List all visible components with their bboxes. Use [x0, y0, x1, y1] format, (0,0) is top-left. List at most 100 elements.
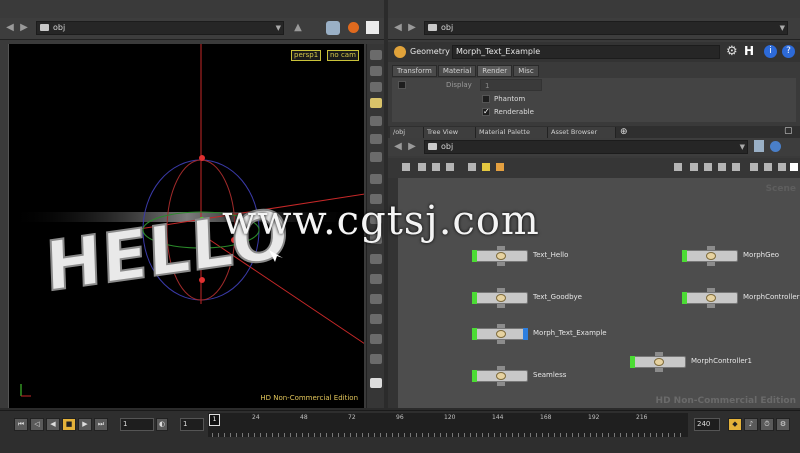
add-tab-icon[interactable]: ⊕ — [620, 127, 628, 137]
node-name-field[interactable]: Morph_Text_Example — [452, 45, 720, 59]
render-icon[interactable] — [348, 22, 359, 33]
tool-light-icon[interactable] — [370, 98, 382, 108]
layout-icon[interactable] — [432, 163, 440, 171]
help-icon[interactable] — [790, 163, 798, 171]
tool-home-icon[interactable] — [370, 354, 382, 364]
tab-misc[interactable]: Misc — [513, 65, 539, 77]
tab-tree-view[interactable]: Tree View — [424, 127, 476, 138]
phantom-checkbox[interactable] — [482, 95, 490, 103]
tool-snapshot-icon[interactable] — [370, 378, 382, 388]
frame-step-icon[interactable]: ◐ — [156, 418, 168, 431]
forward-arrow-icon[interactable]: ▶ — [406, 22, 418, 34]
tab-transform[interactable]: Transform — [392, 65, 437, 77]
display-flag[interactable] — [682, 250, 687, 262]
tool-view-icon[interactable] — [370, 134, 382, 144]
display-value-field[interactable]: 1 — [480, 79, 542, 91]
forward-arrow-icon[interactable]: ▶ — [18, 22, 30, 34]
sticky-note-icon[interactable] — [482, 163, 490, 171]
back-arrow-icon[interactable]: ◀ — [4, 22, 16, 34]
end-frame-field[interactable]: 240 — [694, 418, 720, 431]
tool-points-icon[interactable] — [370, 254, 382, 264]
hline-icon[interactable] — [690, 163, 698, 171]
tab-material-palette[interactable]: Material Palette — [476, 127, 548, 138]
tick-mark — [632, 433, 633, 437]
geometry-icon[interactable] — [326, 21, 340, 35]
jump-end-icon[interactable]: ⏭ — [94, 418, 108, 431]
tick-mark — [224, 433, 225, 437]
time-cursor[interactable]: 1 — [209, 414, 220, 426]
tool-select-icon[interactable] — [370, 50, 382, 60]
columns-icon[interactable] — [718, 163, 726, 171]
tick-mark — [506, 433, 507, 437]
tick-mark — [278, 433, 279, 437]
folder-icon — [40, 24, 49, 31]
tab-asset-browser[interactable]: Asset Browser — [548, 127, 616, 138]
palette-icon[interactable] — [750, 163, 758, 171]
tool-snap-icon[interactable] — [370, 174, 382, 184]
play-icon[interactable]: ▶ — [78, 418, 92, 431]
zoom-icon[interactable] — [764, 163, 772, 171]
display-flag[interactable] — [682, 292, 687, 304]
tool-scale-icon[interactable] — [370, 116, 382, 126]
current-frame-field[interactable]: 1 — [120, 418, 154, 431]
link-icon[interactable] — [770, 141, 781, 152]
list-view-icon[interactable] — [402, 163, 410, 171]
tick-mark — [218, 433, 219, 437]
display-flag[interactable] — [472, 328, 477, 340]
render-flag[interactable] — [523, 328, 528, 340]
stop-icon[interactable]: ■ — [62, 418, 76, 431]
tick-mark — [326, 433, 327, 437]
tool-ghost-icon[interactable] — [370, 294, 382, 304]
realtime-icon[interactable]: ⏱ — [760, 418, 774, 431]
dots-icon[interactable] — [674, 163, 682, 171]
back-arrow-icon[interactable]: ◀ — [392, 22, 404, 34]
audio-icon[interactable]: ♪ — [744, 418, 758, 431]
right-path-field[interactable]: obj ▼ — [424, 21, 788, 35]
handle-point-top[interactable] — [199, 155, 205, 161]
jump-start-icon[interactable]: ⏮ — [14, 418, 28, 431]
network-path-text: obj — [441, 142, 454, 151]
tab-material[interactable]: Material — [437, 65, 477, 77]
network-path-field[interactable]: obj ▼ — [424, 140, 748, 154]
tool-camera-icon[interactable] — [370, 152, 382, 162]
tool-template-icon[interactable] — [370, 314, 382, 324]
tick-mark — [302, 433, 303, 437]
tab-obj[interactable]: /obj — [390, 127, 424, 138]
pin-icon[interactable] — [754, 140, 764, 152]
grid-icon[interactable] — [446, 163, 454, 171]
display-flag[interactable] — [630, 356, 635, 368]
display-options-icon[interactable] — [366, 21, 379, 34]
help-h-icon[interactable]: H — [744, 44, 754, 58]
display-flag[interactable] — [472, 370, 477, 382]
display-toggle-checkbox[interactable] — [398, 81, 406, 89]
network-box-icon[interactable] — [496, 163, 504, 171]
tool-move-icon[interactable] — [370, 66, 382, 76]
display-flag[interactable] — [472, 250, 477, 262]
info-icon[interactable]: i — [764, 45, 777, 58]
tool-normals-icon[interactable] — [370, 274, 382, 284]
left-path-field[interactable]: obj ▼ — [36, 21, 284, 35]
play-reverse-icon[interactable]: ◀ — [46, 418, 60, 431]
align-icon[interactable] — [468, 163, 476, 171]
tile-view-icon[interactable] — [418, 163, 426, 171]
key-icon[interactable]: ◆ — [728, 418, 742, 431]
playbar-settings-icon[interactable]: ⚙ — [776, 418, 790, 431]
frame-icon[interactable] — [778, 163, 786, 171]
back-arrow-icon[interactable]: ◀ — [392, 141, 404, 153]
tool-rotate-icon[interactable] — [370, 82, 382, 92]
gear-icon[interactable]: ⚙ — [726, 45, 738, 59]
renderable-checkbox[interactable]: ✓ — [482, 108, 490, 116]
timeline-ruler[interactable]: 1 24 48 72 96 120 144 168 192 216 — [208, 413, 688, 437]
table-icon[interactable] — [732, 163, 740, 171]
pane-menu-icon[interactable]: ▢ — [784, 126, 793, 136]
branch-icon[interactable] — [704, 163, 712, 171]
pin-icon[interactable]: ▲ — [292, 22, 304, 34]
start-frame-field[interactable]: 1 — [180, 418, 204, 431]
tab-render[interactable]: Render — [477, 65, 513, 77]
forward-arrow-icon[interactable]: ▶ — [406, 141, 418, 153]
step-back-key-icon[interactable]: ◁ — [30, 418, 44, 431]
tool-isolate-icon[interactable] — [370, 334, 382, 344]
display-flag[interactable] — [472, 292, 477, 304]
question-icon[interactable]: ? — [782, 45, 795, 58]
tick-mark — [638, 433, 639, 437]
